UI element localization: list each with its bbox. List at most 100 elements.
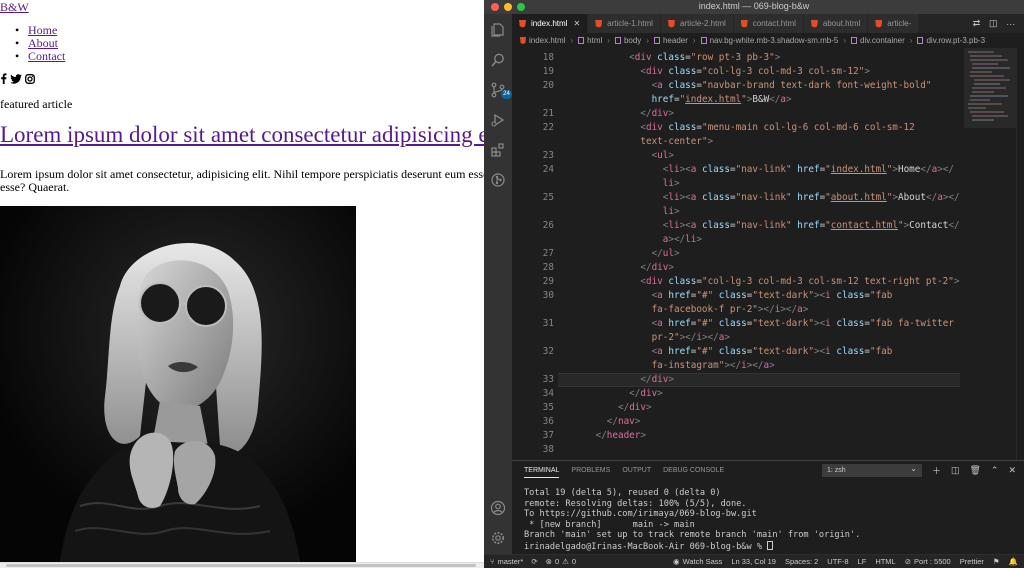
- horizontal-scrollbar-thumb[interactable]: [6, 564, 476, 567]
- feedback-icon[interactable]: ⚑: [993, 557, 1000, 566]
- run-debug-icon[interactable]: [490, 112, 506, 128]
- kill-terminal-icon[interactable]: 🗑: [969, 465, 980, 476]
- tab-about-html[interactable]: about.html: [803, 14, 869, 33]
- code-line[interactable]: </div>: [562, 387, 663, 401]
- breadcrumb-file[interactable]: index.html: [520, 36, 565, 45]
- breadcrumb-container[interactable]: › div.container: [838, 36, 904, 45]
- code-line[interactable]: </div>: [562, 373, 674, 387]
- code-token: >: [634, 416, 641, 427]
- status-position[interactable]: Ln 33, Col 19: [731, 557, 776, 566]
- nav-link-about[interactable]: About: [28, 36, 58, 50]
- warning-icon: ⚠: [562, 557, 569, 566]
- status-encoding[interactable]: UTF-8: [827, 557, 848, 566]
- code-line[interactable]: </div>: [562, 107, 674, 121]
- breadcrumb-label: div.container: [860, 36, 905, 45]
- notifications-icon[interactable]: 🔔: [1009, 557, 1018, 566]
- panel-tab-problems[interactable]: PROBLEMS: [571, 467, 610, 478]
- breadcrumb-header[interactable]: › header: [641, 36, 688, 45]
- status-eol[interactable]: LF: [858, 557, 867, 566]
- code-line[interactable]: </ul>: [562, 247, 680, 261]
- close-tab-icon[interactable]: ✕: [573, 19, 580, 28]
- nav-link-home[interactable]: Home: [28, 23, 57, 37]
- code-line[interactable]: li>: [562, 205, 680, 219]
- code-line[interactable]: fa-instagram"></i></a>: [562, 359, 775, 373]
- explorer-icon[interactable]: [490, 22, 506, 38]
- status-port[interactable]: ⊘ Port : 5500: [905, 557, 951, 566]
- search-icon[interactable]: [490, 52, 506, 68]
- code-token: >: [724, 332, 730, 343]
- source-control-icon[interactable]: 24: [490, 82, 512, 99]
- code-line[interactable]: <ul>: [562, 149, 674, 163]
- code-line[interactable]: <div class="row pt-3 pb-3">: [562, 51, 780, 65]
- code-token: </: [640, 262, 652, 273]
- breadcrumb-row[interactable]: › div.row.pt-3.pb-3: [905, 36, 985, 45]
- status-branch[interactable]: ⑂ master*: [490, 557, 523, 566]
- breadcrumb-body[interactable]: › body: [602, 36, 641, 45]
- html-file-icon: [519, 19, 526, 28]
- settings-gear-icon[interactable]: [490, 530, 506, 546]
- code-line[interactable]: </div>: [562, 261, 674, 275]
- code-line[interactable]: <div class="menu-main col-lg-6 col-md-6 …: [562, 121, 914, 135]
- code-line[interactable]: <a href="#" class="text-dark"><i class="…: [562, 317, 954, 331]
- tab-article-1-html[interactable]: article-1.html: [588, 14, 661, 33]
- open-changes-icon[interactable]: ⇄: [973, 18, 981, 29]
- code-line[interactable]: <li><a class="nav-link" href="index.html…: [562, 163, 954, 177]
- status-sync[interactable]: ⟳: [531, 557, 537, 566]
- more-actions-icon[interactable]: ···: [1006, 19, 1015, 29]
- instagram-icon[interactable]: [25, 73, 35, 84]
- twitter-icon[interactable]: [10, 73, 22, 84]
- code-line[interactable]: text-center">: [562, 135, 713, 149]
- panel-tab-terminal[interactable]: TERMINAL: [524, 467, 560, 478]
- panel-tab-debug-console[interactable]: DEBUG CONSOLE: [663, 467, 724, 478]
- status-spaces[interactable]: Spaces: 2: [785, 557, 818, 566]
- code-line[interactable]: <a href="#" class="text-dark"><i class="…: [562, 345, 893, 359]
- code-line[interactable]: <li><a class="nav-link" href="about.html…: [562, 191, 960, 205]
- account-icon[interactable]: [490, 500, 506, 516]
- facebook-icon[interactable]: [0, 73, 7, 84]
- tab-contact-html[interactable]: contact.html: [733, 14, 804, 33]
- tab-index-html[interactable]: index.html ✕: [512, 14, 589, 33]
- code-editor[interactable]: 18 <div class="row pt-3 pb-3"> 19 <div cl…: [512, 48, 964, 460]
- code-line[interactable]: <div class="col-lg-3 col-md-3 col-sm-12"…: [562, 65, 870, 79]
- code-line[interactable]: </nav>: [562, 415, 641, 429]
- close-panel-icon[interactable]: ✕: [1008, 465, 1016, 476]
- breadcrumb-nav[interactable]: › nav.bg-white.mb-3.shadow-sm.mb-5: [688, 36, 838, 45]
- tab-article-truncated[interactable]: article-: [868, 14, 920, 33]
- shell-select[interactable]: 1: zsh: [821, 463, 922, 477]
- status-formatter[interactable]: Prettier: [960, 557, 984, 566]
- maximize-panel-icon[interactable]: ⌃: [991, 465, 999, 476]
- horizontal-scrollbar[interactable]: [0, 562, 484, 568]
- code-line[interactable]: li>: [562, 177, 680, 191]
- breadcrumb-html[interactable]: › html: [565, 36, 602, 45]
- terminal-output[interactable]: Total 19 (delta 5), reused 0 (delta 0) re…: [524, 488, 860, 552]
- code-line[interactable]: </div>: [562, 401, 652, 415]
- split-editor-icon[interactable]: ◫: [989, 18, 998, 29]
- code-line[interactable]: fa-facebook-f pr-2"></i></a>: [562, 303, 809, 317]
- code-token: </: [920, 164, 932, 175]
- new-terminal-icon[interactable]: ＋: [932, 464, 941, 477]
- nav-link-contact[interactable]: Contact: [28, 49, 65, 63]
- code-token: >: [668, 108, 674, 119]
- code-line[interactable]: <li><a class="nav-link" href="contact.ht…: [562, 219, 960, 233]
- code-line[interactable]: <a class="navbar-brand text-dark font-we…: [562, 79, 932, 93]
- git-graph-icon[interactable]: [490, 172, 506, 188]
- split-terminal-icon[interactable]: ◫: [951, 465, 960, 476]
- code-line[interactable]: pr-2"></i></a>: [562, 331, 730, 345]
- code-line[interactable]: a></li>: [562, 233, 702, 247]
- status-watch-sass[interactable]: ◉ Watch Sass: [673, 557, 722, 566]
- code-line[interactable]: href="index.html">B&W</a>: [562, 93, 792, 107]
- minimap[interactable]: [964, 48, 1016, 460]
- article-headline-link[interactable]: Lorem ipsum dolor sit amet consectetur a…: [0, 122, 484, 147]
- editor-scrollbar[interactable]: [1016, 48, 1024, 460]
- status-language[interactable]: HTML: [875, 557, 895, 566]
- terminal-line: remote: Resolving deltas: 100% (5/5), do…: [524, 498, 747, 509]
- tab-article-2-html[interactable]: article-2.html: [660, 14, 734, 33]
- code-line[interactable]: </header>: [562, 429, 646, 443]
- status-problems[interactable]: ⊗ 0 ⚠ 0: [546, 557, 576, 566]
- code-line[interactable]: <a href="#" class="text-dark"><i class="…: [562, 289, 893, 303]
- panel-tab-output[interactable]: OUTPUT: [622, 467, 651, 478]
- brand-link[interactable]: B&W: [0, 0, 29, 15]
- extensions-icon[interactable]: [490, 142, 506, 158]
- code-line[interactable]: <div class="col-lg-3 col-md-3 col-sm-12 …: [562, 275, 959, 289]
